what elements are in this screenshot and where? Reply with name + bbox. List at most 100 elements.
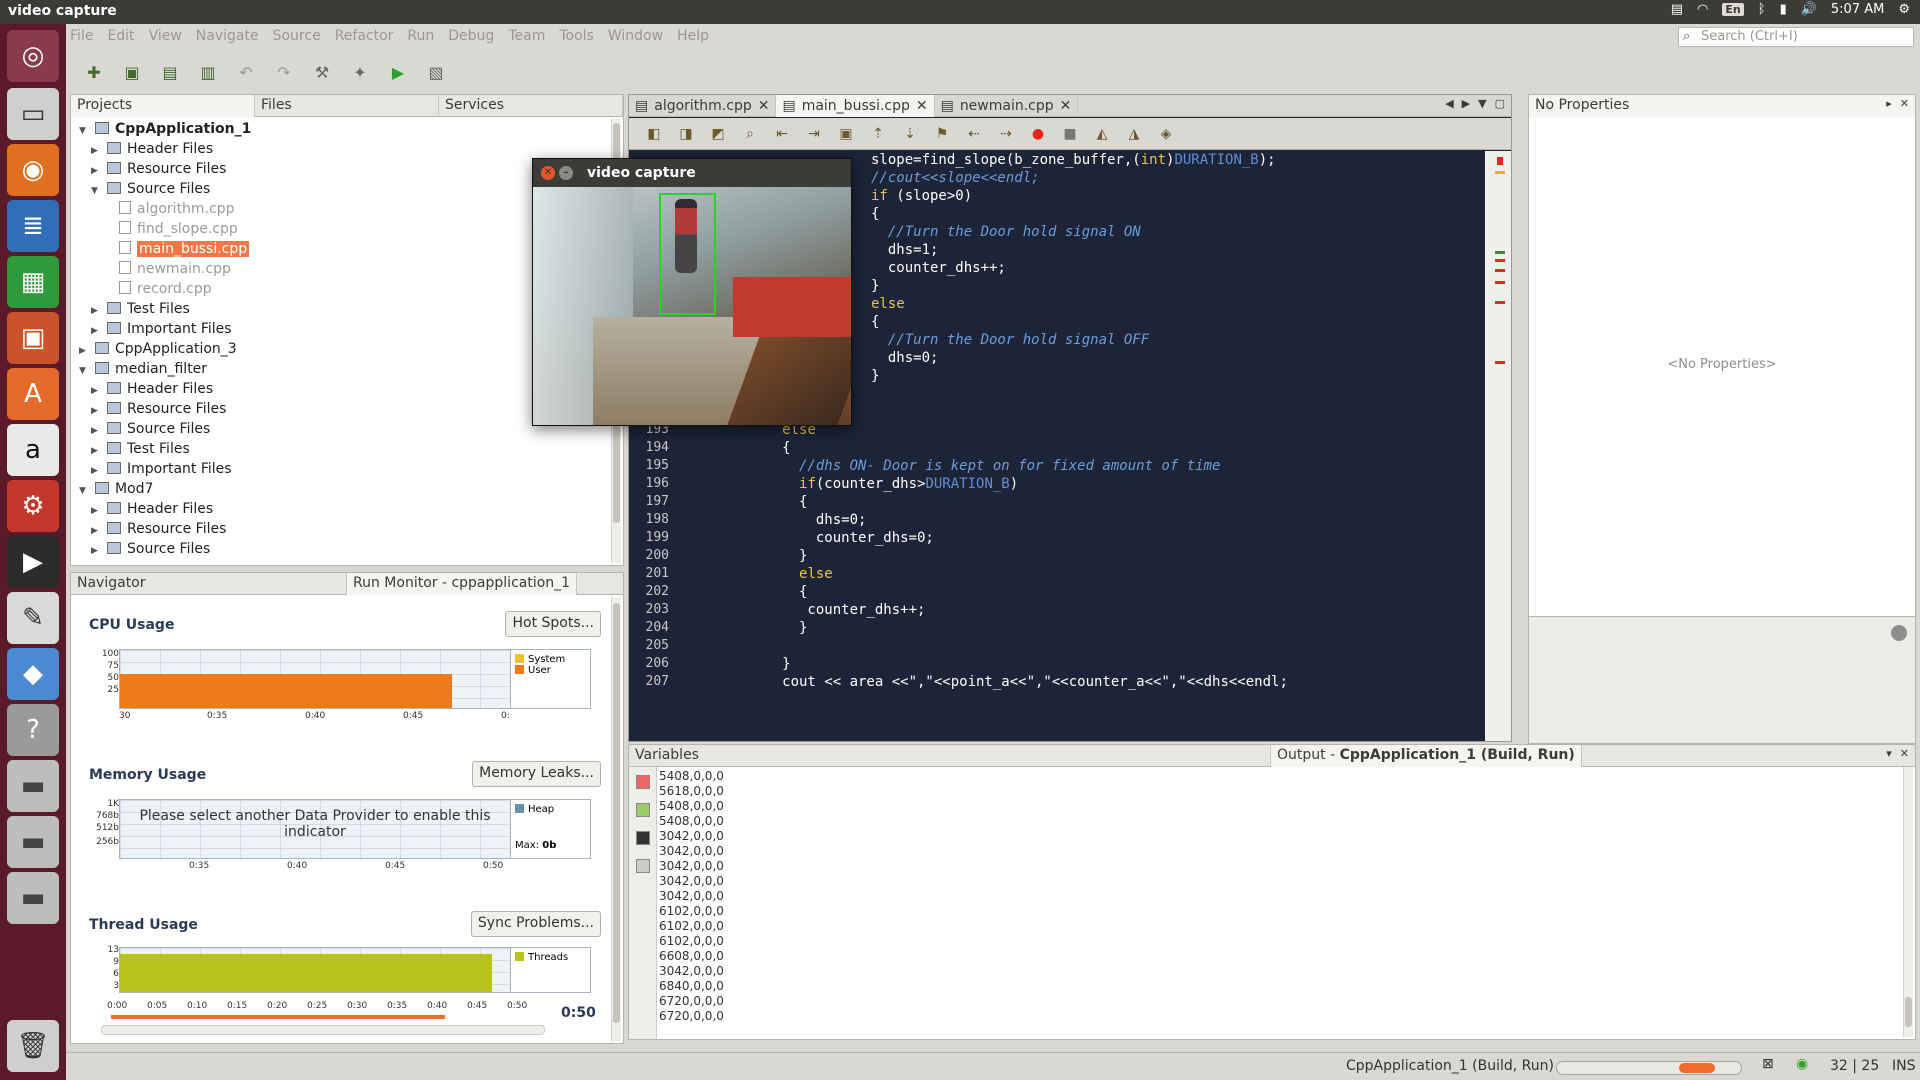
menu-file[interactable]: File: [70, 28, 93, 44]
collapse-arrow-icon[interactable]: ▼: [79, 361, 91, 381]
menu-run[interactable]: Run: [407, 28, 434, 44]
tree-folder-item[interactable]: ▼ Source Files: [71, 179, 609, 199]
expand-arrow-icon[interactable]: ▶: [91, 381, 103, 401]
tree-folder-item[interactable]: ▶ Test Files: [71, 439, 609, 459]
code-line[interactable]: [681, 637, 1483, 655]
maximize-icon[interactable]: ▢: [1495, 97, 1505, 110]
tree-folder-item[interactable]: ▶ Header Files: [71, 379, 609, 399]
dash-home-icon[interactable]: ◎: [7, 30, 59, 82]
history-icon[interactable]: ◨: [675, 123, 697, 145]
network-indicator-icon[interactable]: ▤: [1671, 2, 1683, 17]
menu-window[interactable]: Window: [608, 28, 663, 44]
firefox-icon[interactable]: ◉: [7, 144, 59, 196]
menu-team[interactable]: Team: [508, 28, 545, 44]
tab-run-monitor[interactable]: Run Monitor - cppapplication_1: [347, 573, 578, 595]
collapse-arrow-icon[interactable]: ▼: [79, 481, 91, 501]
hot-spots-button[interactable]: Hot Spots...: [505, 611, 601, 637]
close-panel-icon[interactable]: ✕: [1900, 747, 1909, 760]
expand-arrow-icon[interactable]: ▶: [91, 141, 103, 161]
tree-folder-item[interactable]: ▶ Source Files: [71, 539, 609, 559]
run-icon[interactable]: ▶: [386, 60, 410, 84]
monitor-scrollbar[interactable]: [611, 597, 621, 1041]
code-line[interactable]: {: [681, 583, 1483, 601]
uncomment-icon[interactable]: ◮: [1123, 123, 1145, 145]
back-icon[interactable]: ◩: [707, 123, 729, 145]
code-line[interactable]: }: [681, 655, 1483, 673]
tree-file-item[interactable]: main_bussi.cpp: [71, 239, 609, 259]
tab-services[interactable]: Services: [439, 95, 623, 117]
video-titlebar[interactable]: ✕ – video capture: [533, 159, 851, 187]
error-marker[interactable]: [1495, 361, 1505, 364]
scroll-thumb[interactable]: [613, 603, 620, 1023]
code-line[interactable]: counter_dhs++;: [681, 601, 1483, 619]
terminal-icon[interactable]: ▶: [7, 536, 59, 588]
tab-files[interactable]: Files: [255, 95, 439, 117]
scroll-right-icon[interactable]: ▶: [1462, 97, 1470, 110]
calc-icon[interactable]: ▦: [7, 256, 59, 308]
collapse-arrow-icon[interactable]: ▼: [91, 181, 103, 201]
code-line[interactable]: }: [681, 547, 1483, 565]
tab-newmain-cpp[interactable]: ▤ newmain.cpp ✕: [935, 95, 1079, 117]
drive-icon[interactable]: ▬: [7, 816, 59, 868]
next-bookmark-icon[interactable]: ⇣: [899, 123, 921, 145]
menu-tools[interactable]: Tools: [559, 28, 594, 44]
source-view-icon[interactable]: ◧: [643, 123, 665, 145]
memory-leaks-button[interactable]: Memory Leaks...: [472, 761, 601, 787]
menu-source[interactable]: Source: [273, 28, 321, 44]
wifi-icon[interactable]: ◠: [1697, 2, 1708, 17]
expand-arrow-icon[interactable]: ▶: [91, 301, 103, 321]
expand-arrow-icon[interactable]: ▶: [91, 541, 103, 561]
tree-folder-item[interactable]: ▶ Important Files: [71, 459, 609, 479]
tree-folder-item[interactable]: ▶ Test Files: [71, 299, 609, 319]
tree-file-item[interactable]: record.cpp: [71, 279, 609, 299]
error-marker[interactable]: [1495, 259, 1505, 262]
impress-icon[interactable]: ▣: [7, 312, 59, 364]
system-settings-icon[interactable]: ⚙: [7, 480, 59, 532]
open-project-icon[interactable]: ▤: [158, 60, 182, 84]
timeline-range[interactable]: [111, 1015, 445, 1019]
tree-folder-item[interactable]: ▶ Resource Files: [71, 399, 609, 419]
tree-file-item[interactable]: newmain.cpp: [71, 259, 609, 279]
help-icon[interactable]: ?: [7, 704, 59, 756]
menu-navigate[interactable]: Navigate: [196, 28, 259, 44]
minimize-panel-icon[interactable]: ▸: [1886, 97, 1892, 110]
scroll-thumb[interactable]: [1905, 997, 1912, 1027]
error-marker[interactable]: [1497, 157, 1503, 165]
record-macro-icon[interactable]: ●: [1027, 123, 1049, 145]
tree-folder-item[interactable]: ▶ Important Files: [71, 319, 609, 339]
new-project-icon[interactable]: ▣: [120, 60, 144, 84]
expand-arrow-icon[interactable]: ▶: [79, 341, 91, 361]
code-line[interactable]: dhs=0;: [681, 511, 1483, 529]
close-tab-icon[interactable]: ✕: [916, 98, 928, 114]
error-marker[interactable]: [1495, 269, 1505, 272]
writer-icon[interactable]: ≣: [7, 200, 59, 252]
drive-icon[interactable]: ▬: [7, 760, 59, 812]
help-circle-icon[interactable]: [1891, 625, 1907, 641]
search-input[interactable]: ⌕ Search (Ctrl+I): [1678, 27, 1914, 47]
tree-file-item[interactable]: find_slope.cpp: [71, 219, 609, 239]
find-icon[interactable]: ⌕: [739, 123, 761, 145]
files-icon[interactable]: ▭: [7, 88, 59, 140]
clear-icon[interactable]: [635, 859, 650, 873]
toggle-bookmark-icon[interactable]: ⚑: [931, 123, 953, 145]
menu-help[interactable]: Help: [677, 28, 709, 44]
code-line[interactable]: counter_dhs=0;: [681, 529, 1483, 547]
text-editor-icon[interactable]: ✎: [7, 592, 59, 644]
prev-bookmark-icon[interactable]: ⇡: [867, 123, 889, 145]
cancel-progress-icon[interactable]: ⊠: [1762, 1056, 1774, 1072]
terminal-icon[interactable]: [635, 831, 650, 845]
error-marker[interactable]: [1495, 301, 1505, 304]
comment-icon[interactable]: ◭: [1091, 123, 1113, 145]
code-line[interactable]: cout << area <<","<<point_a<<","<<counte…: [681, 673, 1483, 691]
amazon-icon[interactable]: a: [7, 424, 59, 476]
tree-project-item[interactable]: ▼ CppApplication_1: [71, 119, 609, 139]
tab-properties[interactable]: No Properties: [1529, 95, 1915, 117]
output-text[interactable]: 5408,0,0,0 5618,0,0,0 5408,0,0,0 5408,0,0,0…: [659, 769, 724, 1024]
volume-icon[interactable]: 🔊: [1801, 2, 1817, 17]
build-icon[interactable]: ⚒: [310, 60, 334, 84]
close-tab-icon[interactable]: ✕: [1060, 98, 1072, 114]
menu-debug[interactable]: Debug: [448, 28, 494, 44]
tree-folder-item[interactable]: ▶ Source Files: [71, 419, 609, 439]
collapse-arrow-icon[interactable]: ▼: [79, 121, 91, 141]
menu-refactor[interactable]: Refactor: [335, 28, 394, 44]
